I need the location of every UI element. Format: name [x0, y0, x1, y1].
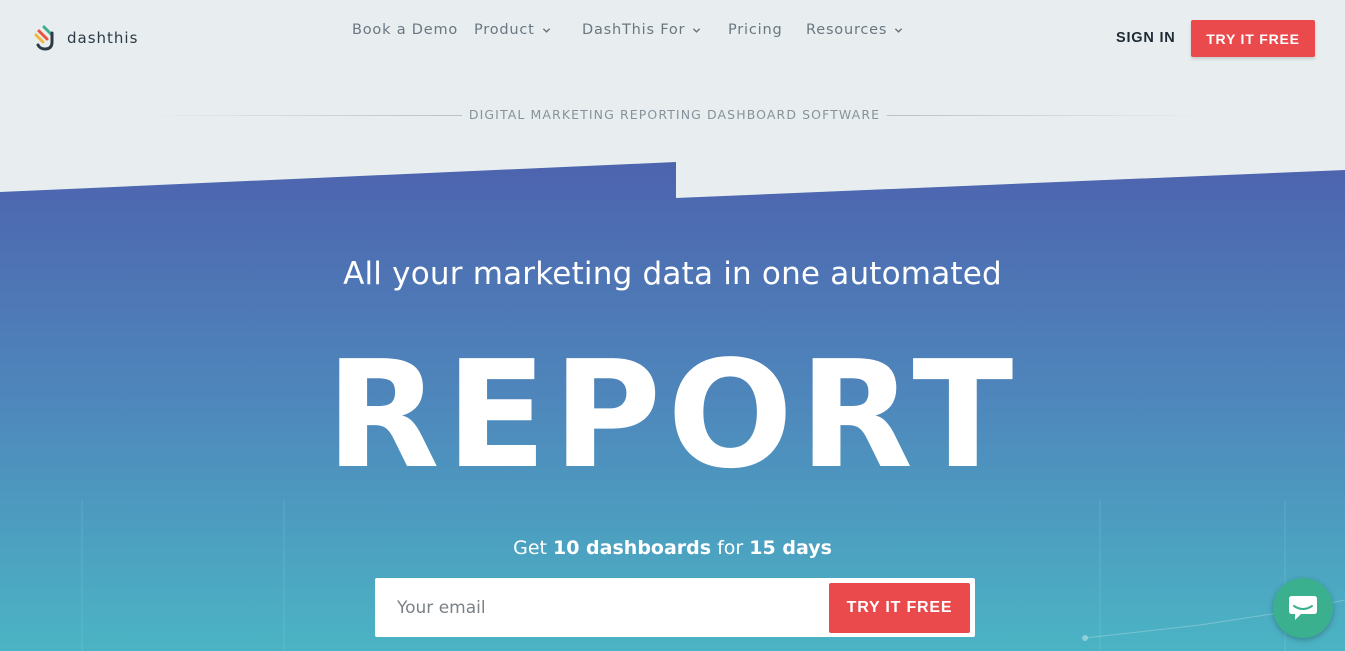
try-it-free-hero-button[interactable]: TRY IT FREE [829, 583, 970, 633]
hero-title: REPORT [325, 329, 1020, 501]
nav-product[interactable]: Product [474, 22, 551, 38]
tagline-divider-left [140, 115, 462, 116]
nav-pricing[interactable]: Pricing [728, 22, 782, 38]
offer-duration: 15 days [749, 537, 832, 559]
tagline: DIGITAL MARKETING REPORTING DASHBOARD SO… [468, 107, 881, 122]
hero-section: All your marketing data in one automated… [0, 0, 1345, 651]
nav-label: Pricing [728, 22, 783, 38]
nav-label: Resources [806, 22, 888, 38]
nav-label: Product [474, 22, 535, 38]
chevron-down-icon [895, 27, 903, 33]
tagline-row: DIGITAL MARKETING REPORTING DASHBOARD SO… [140, 106, 1210, 126]
offer-middle: for [711, 537, 750, 559]
try-it-free-header-button[interactable]: TRY IT FREE [1191, 20, 1315, 57]
offer-prefix: Get [513, 537, 553, 559]
hero-subtitle: All your marketing data in one automated [343, 256, 1002, 292]
chat-button[interactable] [1273, 578, 1333, 638]
sign-in-link[interactable]: SIGN IN [1116, 30, 1176, 46]
chat-bubble-icon [1289, 596, 1317, 620]
nav-dashthis-for[interactable]: DashThis For [582, 22, 701, 38]
dashthis-logo-icon [34, 25, 54, 51]
site-header: dashthis Book a Demo Product DashThis Fo… [0, 0, 1345, 78]
nav-resources[interactable]: Resources [806, 22, 903, 38]
nav-label: DashThis For [582, 22, 686, 38]
logo[interactable]: dashthis [33, 24, 138, 52]
email-input[interactable] [375, 578, 815, 637]
tagline-divider-right [887, 115, 1210, 116]
brand-name: dashthis [67, 29, 139, 47]
signup-form: TRY IT FREE [375, 578, 975, 637]
trial-offer: Get 10 dashboards for 15 days [0, 537, 1345, 559]
chevron-down-icon [693, 27, 701, 33]
chevron-down-icon [542, 27, 550, 33]
nav-book-a-demo[interactable]: Book a Demo [352, 22, 458, 38]
nav-label: Book a Demo [352, 22, 459, 38]
offer-count: 10 dashboards [553, 537, 712, 559]
